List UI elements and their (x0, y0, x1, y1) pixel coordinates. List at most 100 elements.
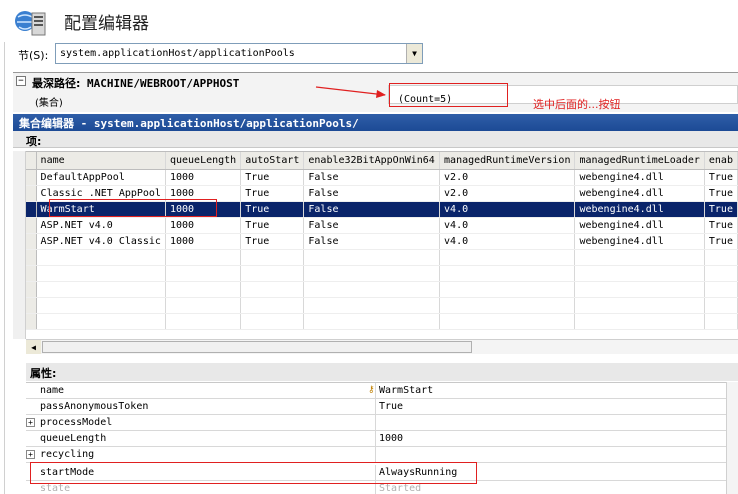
property-value[interactable]: WarmStart (379, 385, 433, 396)
vertical-scrollbar[interactable] (726, 382, 738, 494)
row-header-corner (26, 152, 37, 170)
items-grid[interactable]: name queueLength autoStart enable32BitAp… (26, 151, 738, 339)
cell-auto-start: True (240, 201, 305, 218)
expand-icon[interactable]: + (26, 450, 35, 459)
expand-icon[interactable]: + (26, 418, 35, 427)
left-border (4, 42, 5, 494)
cell-queue-length: 1000 (165, 217, 242, 234)
cell-enable32bit: False (303, 185, 441, 202)
empty-row (26, 281, 738, 298)
cell-name: ASP.NET v4.0 Classic (36, 233, 166, 250)
collection-label: (集合) (35, 98, 63, 109)
property-name: passAnonymousToken (40, 401, 149, 412)
column-header[interactable]: enab (704, 152, 738, 170)
cell-auto-start: True (240, 233, 305, 250)
property-row[interactable]: passAnonymousToken True (26, 399, 726, 415)
cell-name: DefaultAppPool (36, 169, 166, 186)
page-title: 配置编辑器 (64, 14, 149, 34)
column-header[interactable]: autoStart (240, 152, 305, 170)
chevron-down-icon[interactable]: ▼ (406, 44, 422, 63)
path-label-prefix: 最深路径: (32, 77, 81, 90)
collapse-icon[interactable]: − (16, 76, 26, 86)
cell-runtime-version: v2.0 (439, 185, 576, 202)
properties-header: 属性: (26, 363, 738, 381)
cell-enable32bit: False (303, 201, 441, 218)
cell-auto-start: True (240, 185, 305, 202)
empty-row (26, 297, 738, 314)
cell-runtime-version: v4.0 (439, 201, 576, 218)
selected-row-highlight-box (49, 199, 217, 217)
scroll-left-icon[interactable]: ◀ (26, 340, 41, 354)
cell-runtime-loader: webengine4.dll (574, 201, 705, 218)
table-row[interactable]: DefaultAppPool 1000 True False v2.0 webe… (26, 169, 738, 186)
column-header[interactable]: queueLength (165, 152, 242, 170)
cell-runtime-version: v2.0 (439, 169, 576, 186)
property-value[interactable]: 1000 (379, 433, 403, 444)
cell-enab: True (704, 201, 738, 218)
column-header[interactable]: name (36, 152, 166, 170)
property-name: queueLength (40, 433, 107, 444)
grid-gutter (13, 151, 26, 339)
iis-config-icon (15, 11, 46, 36)
horizontal-scrollbar[interactable]: ◀ (26, 339, 738, 354)
table-row[interactable]: ASP.NET v4.0 Classic 1000 True False v4.… (26, 233, 738, 250)
cell-name: ASP.NET v4.0 (36, 217, 166, 234)
items-label: 项: (26, 135, 42, 148)
section-label: 节(S): (18, 49, 49, 62)
section-combo[interactable]: system.applicationHost/applicationPools … (55, 43, 423, 64)
property-name: processModel (40, 417, 113, 428)
cell-enab: True (704, 217, 738, 234)
column-header[interactable]: managedRuntimeLoader (574, 152, 705, 170)
header: 配置编辑器 (0, 0, 738, 42)
property-row[interactable]: + recycling (26, 447, 726, 463)
property-row[interactable]: queueLength 1000 (26, 431, 726, 447)
row-header[interactable] (26, 201, 37, 218)
cell-enab: True (704, 233, 738, 250)
collection-editor-title: 集合编辑器 - system.applicationHost/applicati… (19, 117, 359, 130)
empty-row (26, 265, 738, 282)
path-label-value: MACHINE/WEBROOT/APPHOST (87, 77, 240, 90)
column-header[interactable]: managedRuntimeVersion (439, 152, 576, 170)
row-header[interactable] (26, 185, 37, 202)
cell-runtime-loader: webengine4.dll (574, 185, 705, 202)
annotation-note: 选中后面的...按钮 (533, 98, 621, 111)
items-table: name queueLength autoStart enable32BitAp… (26, 152, 738, 330)
property-name: state (40, 483, 71, 494)
property-row[interactable]: + processModel (26, 415, 726, 431)
table-row[interactable]: ASP.NET v4.0 1000 True False v4.0 webeng… (26, 217, 738, 234)
cell-enab: True (704, 169, 738, 186)
property-name: name (40, 385, 65, 396)
section-value: system.applicationHost/applicationPools (60, 48, 295, 59)
empty-row (26, 313, 738, 330)
cell-runtime-version: v4.0 (439, 233, 576, 250)
cell-runtime-loader: webengine4.dll (574, 169, 705, 186)
properties-label: 属性: (30, 367, 57, 380)
scrollbar-thumb[interactable] (42, 341, 472, 353)
property-value: Started (379, 483, 422, 494)
column-header[interactable]: enable32BitAppOnWin64 (303, 152, 441, 170)
cell-auto-start: True (240, 169, 305, 186)
cell-runtime-loader: webengine4.dll (574, 233, 705, 250)
cell-enable32bit: False (303, 169, 441, 186)
property-row[interactable]: name ⚷ WarmStart (26, 383, 726, 399)
cell-enable32bit: False (303, 233, 441, 250)
row-header[interactable] (26, 233, 37, 250)
startmode-highlight-box (30, 462, 477, 484)
collection-editor-titlebar: 集合编辑器 - system.applicationHost/applicati… (13, 114, 738, 131)
empty-row (26, 249, 738, 266)
cell-enable32bit: False (303, 217, 441, 234)
row-header[interactable] (26, 217, 37, 234)
cell-enab: True (704, 185, 738, 202)
cell-queue-length: 1000 (165, 169, 242, 186)
property-name: recycling (40, 449, 95, 460)
property-value[interactable]: True (379, 401, 403, 412)
path-label: 最深路径: MACHINE/WEBROOT/APPHOST (32, 75, 239, 91)
row-header[interactable] (26, 169, 37, 186)
cell-runtime-loader: webengine4.dll (574, 217, 705, 234)
count-highlight-box (389, 83, 508, 107)
cell-auto-start: True (240, 217, 305, 234)
table-header-row: name queueLength autoStart enable32BitAp… (26, 152, 738, 170)
items-header: 项: (13, 131, 738, 148)
cell-runtime-version: v4.0 (439, 217, 576, 234)
cell-queue-length: 1000 (165, 233, 242, 250)
